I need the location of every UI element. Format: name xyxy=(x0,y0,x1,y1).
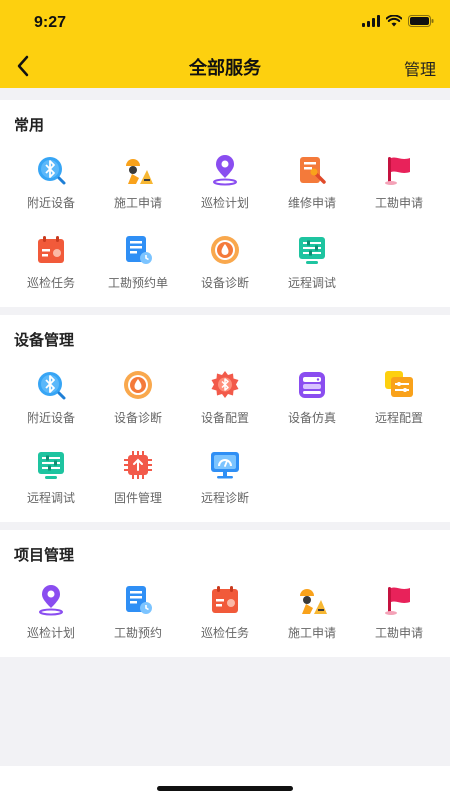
wifi-icon xyxy=(386,15,402,27)
service-label: 维修申请 xyxy=(287,196,336,210)
service-item[interactable]: 施工申请 xyxy=(93,150,183,230)
service-label: 固件管理 xyxy=(113,491,162,505)
service-item[interactable]: 固件管理 xyxy=(93,445,183,525)
service-item[interactable]: 巡检计划 xyxy=(6,580,96,660)
bluetooth-search-icon xyxy=(38,157,66,185)
section-title: 常用 xyxy=(14,116,45,134)
service-label: 设备配置 xyxy=(200,411,249,425)
service-label: 施工申请 xyxy=(287,626,336,640)
service-label: 巡检计划 xyxy=(200,196,249,210)
service-item[interactable]: 远程调试 xyxy=(6,445,96,525)
service-label: 附近设备 xyxy=(26,411,75,425)
service-item[interactable]: 工勘预约单 xyxy=(93,230,183,310)
service-label: 远程诊断 xyxy=(200,491,249,505)
document-clock-icon xyxy=(126,586,152,614)
location-pin-icon xyxy=(213,155,237,186)
remote-sliders-icon xyxy=(38,452,64,479)
section-project-management: 项目管理 巡检计划 工勘预约 巡检任务 施工申请 工勘申请 xyxy=(0,530,450,657)
service-label: 工勘申请 xyxy=(374,196,423,210)
repair-form-icon xyxy=(300,157,326,184)
service-label: 工勘申请 xyxy=(374,626,423,640)
construction-worker-icon xyxy=(126,159,153,184)
service-label: 远程调试 xyxy=(26,491,75,505)
flag-icon xyxy=(385,157,410,185)
bottom-safe-area xyxy=(0,766,450,800)
service-item[interactable]: 工勘申请 xyxy=(354,580,444,660)
calendar-task-icon xyxy=(212,586,238,613)
service-item[interactable]: 设备配置 xyxy=(180,365,270,445)
manage-button[interactable]: 管理 xyxy=(404,56,436,80)
remote-config-icon xyxy=(385,371,413,397)
server-stack-icon xyxy=(299,372,325,398)
service-label: 远程调试 xyxy=(287,276,336,290)
service-item[interactable]: 附近设备 xyxy=(6,150,96,230)
section-title: 项目管理 xyxy=(14,546,75,564)
section-device-management: 设备管理 附近设备 设备诊断 设备配置 设备仿真 远程配置 远程调试 固件管理 xyxy=(0,315,450,522)
service-item[interactable]: 施工申请 xyxy=(267,580,357,660)
service-item[interactable]: 维修申请 xyxy=(267,150,357,230)
construction-worker-icon xyxy=(300,589,327,614)
service-item[interactable]: 设备诊断 xyxy=(93,365,183,445)
remote-sliders-icon xyxy=(299,237,325,264)
header-bar: 9:27 全部服务 管理 xyxy=(0,0,450,88)
calendar-task-icon xyxy=(38,236,64,263)
home-indicator[interactable] xyxy=(157,786,293,791)
service-label: 巡检计划 xyxy=(26,626,75,640)
service-item[interactable]: 远程配置 xyxy=(354,365,444,445)
status-icons xyxy=(362,15,434,27)
monitor-gauge-icon xyxy=(211,452,239,479)
diagnosis-drop-icon xyxy=(211,236,239,264)
gear-bluetooth-icon xyxy=(211,371,239,398)
service-label: 工勘预约单 xyxy=(107,276,168,290)
flag-icon xyxy=(385,587,410,615)
service-label: 设备仿真 xyxy=(287,411,336,425)
service-label: 远程配置 xyxy=(374,411,423,425)
page-title: 全部服务 xyxy=(189,58,261,79)
service-label: 附近设备 xyxy=(26,196,75,210)
service-item[interactable]: 工勘预约 xyxy=(93,580,183,660)
bluetooth-search-icon xyxy=(38,372,66,400)
diagnosis-drop-icon xyxy=(124,371,152,399)
cellular-signal-icon xyxy=(362,15,380,27)
service-item[interactable]: 远程调试 xyxy=(267,230,357,310)
battery-icon xyxy=(408,15,434,27)
service-item[interactable]: 设备仿真 xyxy=(267,365,357,445)
chip-upload-icon xyxy=(124,451,152,479)
section-common: 常用 附近设备 施工申请 巡检计划 维修申请 工勘申请 巡检任务 工勘预约单 设… xyxy=(0,100,450,307)
service-item[interactable]: 远程诊断 xyxy=(180,445,270,525)
service-item[interactable]: 巡检计划 xyxy=(180,150,270,230)
service-item[interactable]: 巡检任务 xyxy=(6,230,96,310)
service-item[interactable]: 工勘申请 xyxy=(354,150,444,230)
service-label: 巡检任务 xyxy=(26,276,75,290)
service-label: 设备诊断 xyxy=(200,276,249,290)
service-label: 工勘预约 xyxy=(113,626,162,640)
section-title: 设备管理 xyxy=(14,331,75,349)
service-label: 设备诊断 xyxy=(113,411,162,425)
service-item[interactable]: 巡检任务 xyxy=(180,580,270,660)
location-pin-icon xyxy=(39,585,63,616)
service-label: 巡检任务 xyxy=(200,626,249,640)
service-item[interactable]: 设备诊断 xyxy=(180,230,270,310)
document-clock-icon xyxy=(126,236,152,264)
status-time: 9:27 xyxy=(34,14,67,31)
service-label: 施工申请 xyxy=(113,196,162,210)
service-item[interactable]: 附近设备 xyxy=(6,365,96,445)
